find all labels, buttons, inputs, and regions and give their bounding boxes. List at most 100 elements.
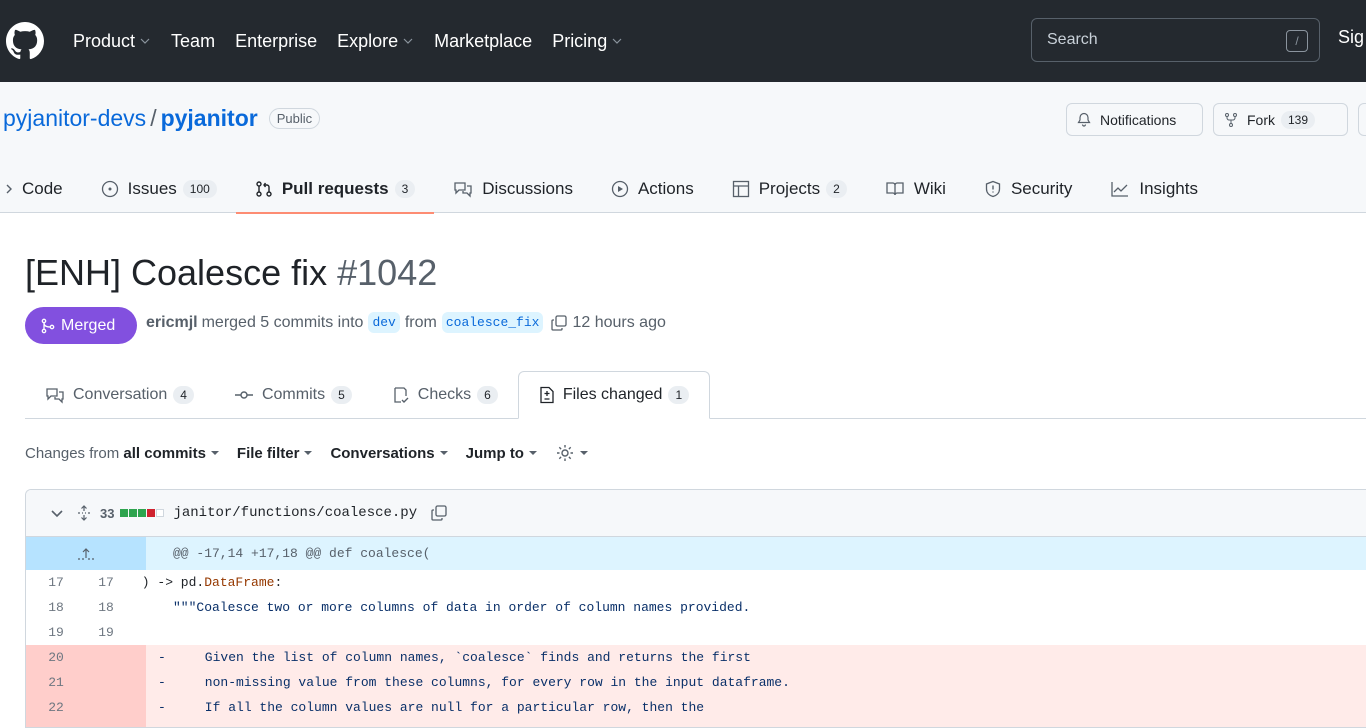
caret-down-icon <box>579 451 588 455</box>
nav-explore[interactable]: Explore <box>337 31 414 52</box>
nav-pricing[interactable]: Pricing <box>552 31 623 52</box>
expand-up-button[interactable] <box>26 537 146 570</box>
conversations-dropdown[interactable]: Conversations <box>330 445 448 462</box>
tab-commits[interactable]: Commits 5 <box>214 371 372 419</box>
tab-label: Pull requests <box>281 178 389 198</box>
old-line-number[interactable]: 20 <box>26 645 86 670</box>
file-path[interactable]: janitor/functions/coalesce.py <box>173 505 417 521</box>
repo-header: pyjanitor-devs / pyjanitor Public Notifi… <box>0 82 1366 214</box>
diff-row-deleted: 20 - Given the list of column names, `co… <box>26 645 1366 670</box>
search-placeholder: Search <box>1047 31 1098 48</box>
tab-label: Commits <box>261 386 326 403</box>
hunk-header: @@ -17,14 +17,18 @@ def coalesce( <box>26 537 1366 570</box>
chevron-down-icon <box>140 38 150 44</box>
tab-files-changed[interactable]: Files changed 1 <box>517 371 711 419</box>
tab-counter: 4 <box>173 386 194 404</box>
tab-actions[interactable]: Actions <box>592 164 713 213</box>
git-commit-icon <box>234 391 253 399</box>
tab-counter: 3 <box>394 179 416 198</box>
hunk-text: @@ -17,14 +17,18 @@ def coalesce( <box>173 546 431 561</box>
code-line: - If all the column values are null for … <box>158 700 705 715</box>
notifications-button[interactable]: Notifications <box>1066 103 1203 136</box>
tab-discussions[interactable]: Discussions <box>434 164 592 213</box>
nav-team[interactable]: Team <box>171 31 215 52</box>
old-line-number[interactable]: 23 <box>26 720 86 727</box>
repo-name-link[interactable]: pyjanitor <box>161 105 258 132</box>
comment-discussion-icon <box>46 388 64 404</box>
diff-row: 18 18 """Coalesce two or more columns of… <box>26 595 1366 620</box>
changes-from-dropdown[interactable]: Changes from all commits <box>25 445 219 462</box>
pr-tabs: Conversation 4 Commits 5 Checks 6 Files … <box>25 371 1366 419</box>
code-keyword: DataFrame <box>204 575 275 590</box>
page-title: [ENH] Coalesce fix #1042 <box>25 252 437 294</box>
diffstat-del <box>147 509 156 517</box>
tab-label: Insights <box>1139 178 1198 198</box>
fork-icon <box>1225 112 1237 127</box>
tab-code[interactable]: Code <box>0 164 82 213</box>
tab-label: Code <box>22 178 63 198</box>
caret-down-icon <box>210 451 219 455</box>
chevron-down-icon[interactable] <box>50 506 64 520</box>
base-branch[interactable]: dev <box>368 312 400 333</box>
issue-opened-icon <box>101 180 118 197</box>
tab-counter: 6 <box>477 386 498 404</box>
tab-insights[interactable]: Insights <box>1091 164 1217 213</box>
old-line-number[interactable]: 19 <box>26 620 86 645</box>
unfold-icon[interactable] <box>76 505 92 521</box>
star-button[interactable] <box>1358 103 1366 136</box>
caret-down-icon <box>439 451 448 455</box>
sign-in-link[interactable]: Sig <box>1338 27 1364 48</box>
tab-checks[interactable]: Checks 6 <box>372 371 518 419</box>
pr-number: #1042 <box>337 252 438 293</box>
tab-projects[interactable]: Projects 2 <box>713 164 866 213</box>
new-line-number[interactable]: 18 <box>86 595 126 620</box>
comment-discussion-icon <box>454 181 472 198</box>
tab-security[interactable]: Security <box>965 164 1091 213</box>
line-gutter: 20 <box>26 645 146 670</box>
tab-issues[interactable]: Issues 100 <box>82 164 236 213</box>
copy-icon[interactable] <box>550 314 568 332</box>
head-branch[interactable]: coalesce_fix <box>441 312 544 333</box>
pr-timestamp: 12 hours ago <box>572 313 666 331</box>
search-input[interactable]: Search / <box>1031 18 1320 62</box>
tab-label: Checks <box>417 386 472 403</box>
new-line-number[interactable]: 19 <box>86 620 126 645</box>
changes-from-value: all commits <box>123 444 206 462</box>
jump-to-label: Jump to <box>465 444 524 462</box>
tab-pull-requests[interactable]: Pull requests 3 <box>235 164 435 214</box>
file-filter-dropdown[interactable]: File filter <box>237 445 313 462</box>
author-link[interactable]: ericmjl <box>146 314 198 332</box>
jump-to-dropdown[interactable]: Jump to <box>466 445 537 462</box>
old-line-number[interactable]: 18 <box>26 595 86 620</box>
diff-row-deleted: 23 <box>26 720 1366 727</box>
old-line-number[interactable]: 22 <box>26 695 86 720</box>
tab-counter: 100 <box>182 179 217 198</box>
line-gutter: 23 <box>26 720 146 727</box>
new-line-number[interactable]: 17 <box>86 570 126 595</box>
fork-button[interactable]: Fork 139 <box>1213 103 1348 136</box>
visibility-badge: Public <box>268 108 321 129</box>
old-line-number[interactable]: 17 <box>26 570 86 595</box>
diff-row-deleted: 22 - If all the column values are null f… <box>26 695 1366 720</box>
notifications-label: Notifications <box>1100 111 1177 128</box>
tab-wiki[interactable]: Wiki <box>866 164 965 213</box>
old-line-number[interactable]: 21 <box>26 670 86 695</box>
file-filter-label: File filter <box>236 444 300 462</box>
diff-settings-dropdown[interactable] <box>555 443 588 463</box>
repo-owner-link[interactable]: pyjanitor-devs <box>3 105 146 132</box>
code-line: - non-missing value from these columns, … <box>158 675 790 690</box>
nav-product[interactable]: Product <box>73 31 151 52</box>
tab-counter: 5 <box>331 386 352 404</box>
nav-enterprise[interactable]: Enterprise <box>235 31 317 52</box>
fork-label: Fork <box>1247 111 1275 128</box>
line-gutter: 22 <box>26 695 146 720</box>
file-diff-icon <box>540 386 554 404</box>
github-logo-icon[interactable] <box>6 22 44 60</box>
tab-label: Issues <box>127 178 177 198</box>
book-icon <box>886 181 904 195</box>
diff-row-deleted: 21 - non-missing value from these column… <box>26 670 1366 695</box>
nav-marketplace[interactable]: Marketplace <box>434 31 532 52</box>
copy-icon[interactable] <box>430 504 448 522</box>
tab-conversation[interactable]: Conversation 4 <box>25 371 214 419</box>
repo-tabs: Code Issues 100 Pull requests 3 Discussi… <box>0 164 1217 214</box>
